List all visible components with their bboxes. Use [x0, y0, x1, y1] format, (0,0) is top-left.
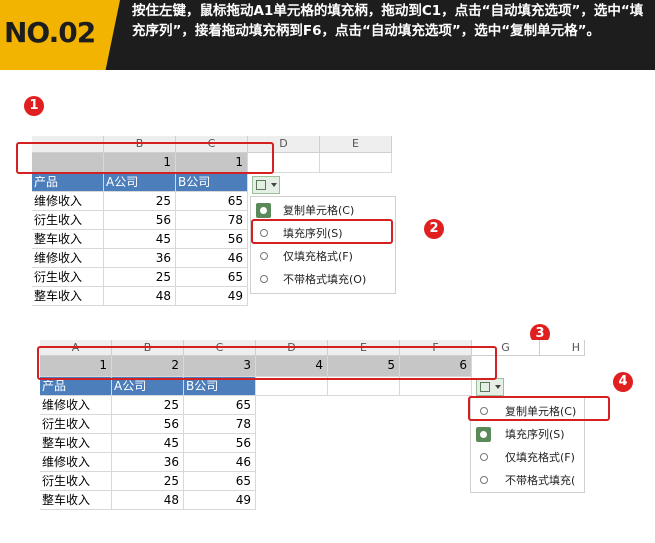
- table-cell[interactable]: 维修收入: [32, 249, 104, 268]
- table-cell[interactable]: 衍生收入: [40, 415, 112, 434]
- table-cell[interactable]: 56: [104, 211, 176, 230]
- table-cell[interactable]: 65: [184, 396, 256, 415]
- table-cell[interactable]: 46: [176, 249, 248, 268]
- menu-item-fill-formatting-only[interactable]: 仅填充格式(F): [471, 447, 586, 469]
- table-cell[interactable]: 整车收入: [40, 491, 112, 510]
- instruction-text: 按住左键，鼠标拖动A1单元格的填充柄，拖动到C1，点击“自动填充选项”，选中“填…: [132, 3, 644, 39]
- table-cell[interactable]: 46: [184, 453, 256, 472]
- cell-e1[interactable]: [320, 153, 392, 173]
- table-header-company-a[interactable]: A公司: [104, 173, 176, 192]
- instruction-banner: NO.02 按住左键，鼠标拖动A1单元格的填充柄，拖动到C1，点击“自动填充选项…: [0, 0, 655, 70]
- col-header-e[interactable]: E: [320, 136, 392, 153]
- table-cell[interactable]: 49: [184, 491, 256, 510]
- table-cell[interactable]: 65: [176, 192, 248, 211]
- table-header-company-b[interactable]: B公司: [176, 173, 248, 192]
- autofill-icon: [480, 382, 490, 392]
- radio-selected-icon: [256, 203, 271, 218]
- table-cell[interactable]: 整车收入: [40, 434, 112, 453]
- radio-icon: [480, 476, 488, 484]
- step-badge: NO.02: [0, 0, 120, 70]
- table-cell[interactable]: 56: [176, 230, 248, 249]
- radio-icon: [480, 453, 488, 461]
- table-cell[interactable]: 25: [104, 268, 176, 287]
- table-cell[interactable]: 维修收入: [32, 192, 104, 211]
- table-cell[interactable]: 45: [112, 434, 184, 453]
- radio-selected-icon: [476, 427, 491, 442]
- chevron-down-icon: [271, 183, 277, 187]
- autofill-options-button[interactable]: [252, 176, 280, 194]
- highlight-copy-cells-option: [468, 396, 610, 421]
- table-cell[interactable]: 衍生收入: [32, 211, 104, 230]
- highlight-range-a1-f1: [37, 346, 497, 380]
- autofill-options-button[interactable]: [476, 378, 504, 396]
- table-cell[interactable]: 36: [112, 453, 184, 472]
- table-cell[interactable]: 48: [112, 491, 184, 510]
- table-cell[interactable]: 25: [112, 396, 184, 415]
- table-cell[interactable]: 维修收入: [40, 453, 112, 472]
- table-cell[interactable]: 36: [104, 249, 176, 268]
- table-cell[interactable]: 78: [176, 211, 248, 230]
- table-cell[interactable]: 衍生收入: [32, 268, 104, 287]
- chevron-down-icon: [495, 385, 501, 389]
- autofill-icon: [256, 180, 266, 190]
- table-cell[interactable]: 49: [176, 287, 248, 306]
- col-header-h[interactable]: H: [540, 340, 585, 356]
- radio-icon: [260, 275, 268, 283]
- menu-item-fill-without-formatting[interactable]: 不带格式填充(: [471, 470, 586, 492]
- menu-item-fill-without-formatting[interactable]: 不带格式填充(O): [251, 269, 397, 291]
- table-cell[interactable]: 整车收入: [32, 230, 104, 249]
- autofill-menu: 复制单元格(C) 填充序列(S) 仅填充格式(F) 不带格式填充(O): [250, 196, 396, 294]
- step-badge-label: NO.02: [4, 16, 96, 49]
- table-cell[interactable]: 56: [112, 415, 184, 434]
- menu-item-fill-formatting-only[interactable]: 仅填充格式(F): [251, 246, 397, 268]
- table-cell[interactable]: 整车收入: [32, 287, 104, 306]
- table-cell[interactable]: 78: [184, 415, 256, 434]
- table-cell[interactable]: 65: [184, 472, 256, 491]
- step-marker-1: 1: [24, 96, 44, 116]
- highlight-range-a1-c1: [16, 142, 274, 174]
- table-cell[interactable]: 56: [184, 434, 256, 453]
- menu-item-fill-series[interactable]: 填充序列(S): [471, 424, 586, 446]
- table-cell[interactable]: 48: [104, 287, 176, 306]
- table-header-product[interactable]: 产品: [32, 173, 104, 192]
- table-cell[interactable]: 65: [176, 268, 248, 287]
- table-cell[interactable]: 25: [112, 472, 184, 491]
- step-marker-4: 4: [613, 372, 633, 392]
- radio-icon: [260, 252, 268, 260]
- table-cell[interactable]: 衍生收入: [40, 472, 112, 491]
- table-cell[interactable]: 25: [104, 192, 176, 211]
- table-cell[interactable]: 45: [104, 230, 176, 249]
- step-marker-2: 2: [424, 219, 444, 239]
- table-cell[interactable]: 维修收入: [40, 396, 112, 415]
- highlight-fill-series-option: [251, 219, 393, 244]
